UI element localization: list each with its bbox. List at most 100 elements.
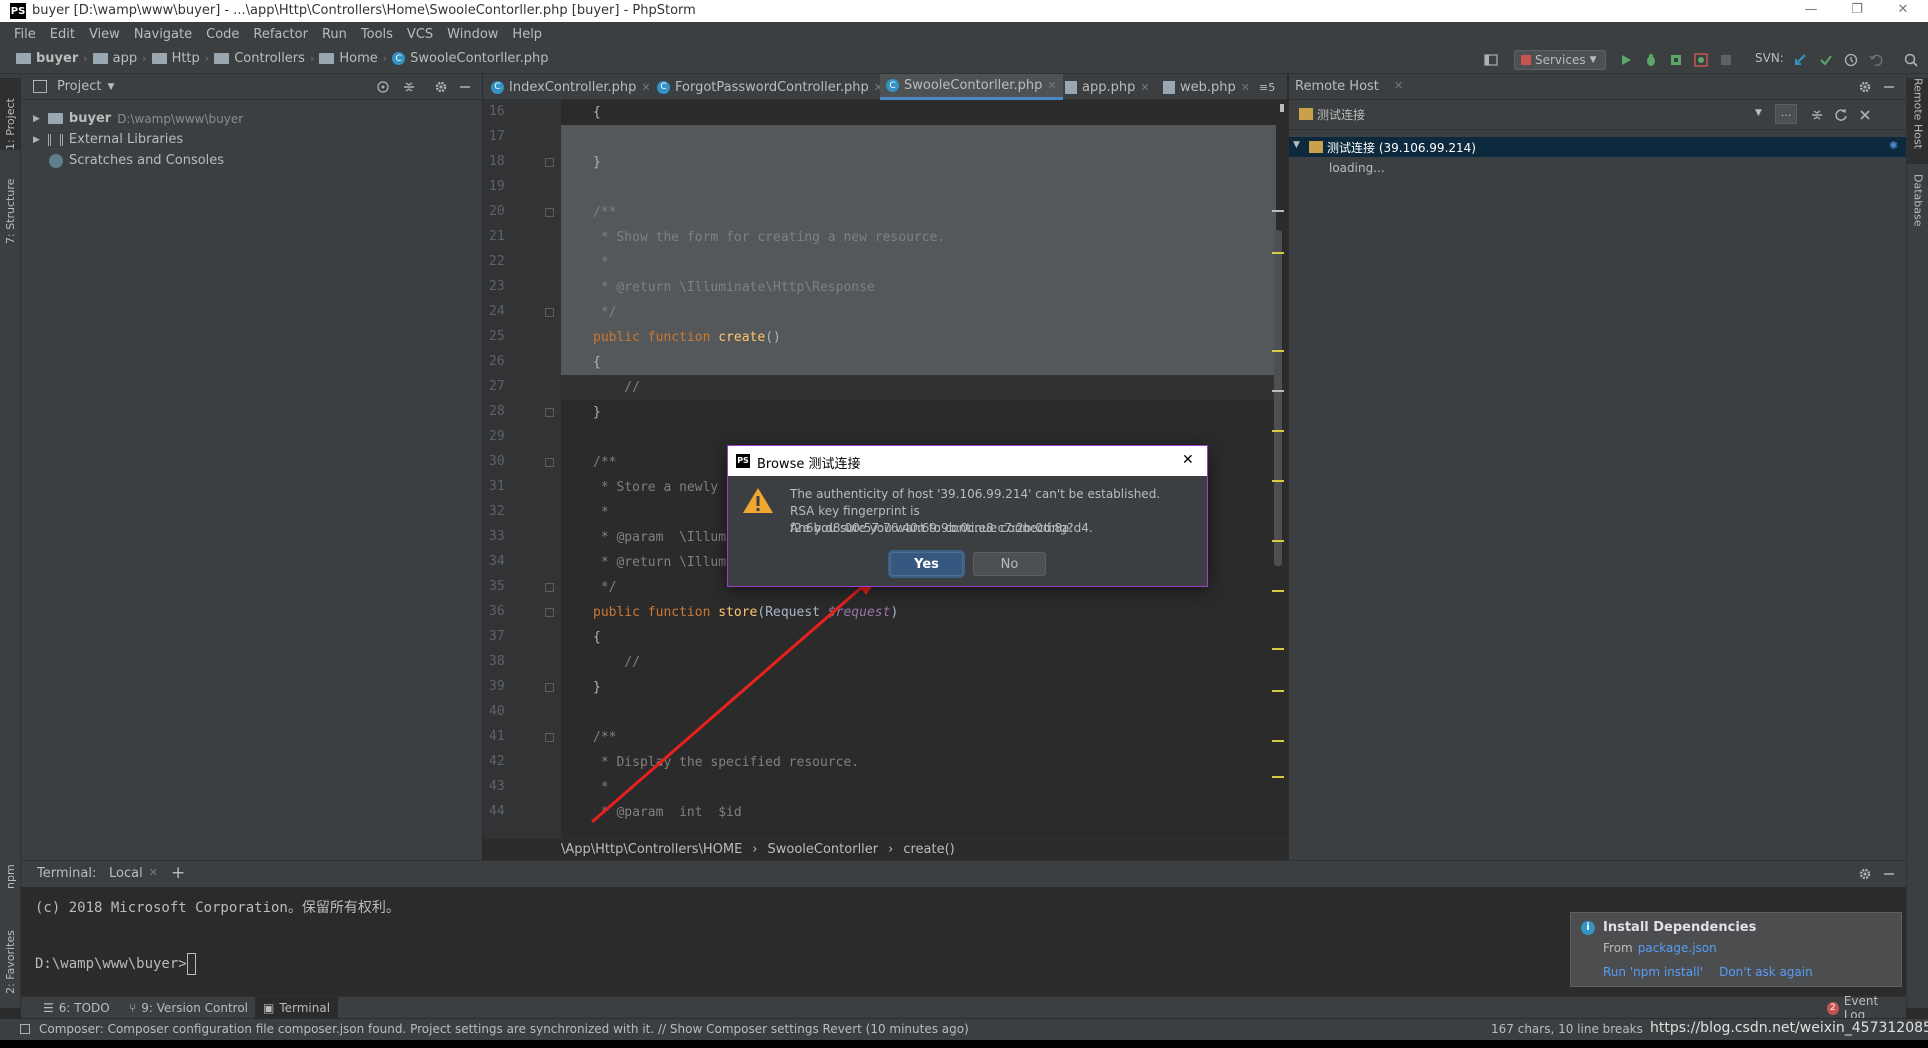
scrollbar-marker[interactable] xyxy=(1272,350,1284,352)
code-line[interactable] xyxy=(561,125,1276,150)
stop-icon[interactable] xyxy=(1718,52,1734,68)
history-icon[interactable] xyxy=(1843,52,1859,68)
connection-dropdown-icon[interactable]: ▼ xyxy=(1755,108,1762,118)
tool-tab-project[interactable]: 1: Project xyxy=(0,78,21,150)
breadcrumb-http[interactable]: Http xyxy=(172,51,200,66)
disconnect-icon[interactable] xyxy=(1857,107,1873,123)
code-line[interactable]: * @return \Illuminate\Http\Response xyxy=(561,275,1276,300)
close-tab-icon[interactable]: ✕ xyxy=(1241,81,1250,94)
new-terminal-icon[interactable]: + xyxy=(171,863,185,883)
scrollbar-marker[interactable] xyxy=(1272,210,1284,212)
tab-web-php[interactable]: web.php ✕ xyxy=(1157,74,1256,100)
menu-navigate[interactable]: Navigate xyxy=(134,27,192,42)
toggle-tool-windows-icon[interactable] xyxy=(20,1024,30,1034)
fold-marker-icon[interactable] xyxy=(545,608,554,617)
breadcrumb-buyer[interactable]: buyer xyxy=(36,51,78,66)
menu-window[interactable]: Window xyxy=(447,27,498,42)
editor-crumb-class[interactable]: SwooleContorller xyxy=(768,842,879,857)
event-log-button[interactable]: 2 Event Log xyxy=(1819,994,1906,1022)
fold-marker-icon[interactable] xyxy=(545,733,554,742)
editor-crumb-namespace[interactable]: \App\Http\Controllers\HOME xyxy=(561,842,742,857)
expand-arrow-icon[interactable]: ▼ xyxy=(1293,140,1300,150)
menu-vcs[interactable]: VCS xyxy=(407,27,433,42)
code-line[interactable]: * xyxy=(561,250,1276,275)
scrollbar-marker[interactable] xyxy=(1272,690,1284,692)
code-line[interactable]: { xyxy=(561,350,1276,375)
no-button[interactable]: No xyxy=(973,552,1046,576)
hide-panel-icon[interactable] xyxy=(457,79,473,95)
scrollbar-marker[interactable] xyxy=(1272,590,1284,592)
svn-update-icon[interactable] xyxy=(1792,52,1808,68)
close-tab-icon[interactable]: ✕ xyxy=(149,866,158,881)
breadcrumb-file[interactable]: SwooleContorller.php xyxy=(410,51,548,66)
fold-marker-icon[interactable] xyxy=(545,583,554,592)
scrollbar-markers[interactable] xyxy=(1270,100,1286,838)
yes-button[interactable]: Yes xyxy=(890,552,963,576)
editor-scrollbar-thumb[interactable] xyxy=(1274,230,1282,566)
scrollbar-marker[interactable] xyxy=(1272,776,1284,778)
fold-marker-icon[interactable] xyxy=(545,308,554,317)
expand-arrow-icon[interactable]: ▶ xyxy=(33,114,40,124)
project-view-dropdown[interactable]: Project ▼ xyxy=(57,79,114,94)
refresh-icon[interactable] xyxy=(1833,107,1849,123)
tab-indexcontroller[interactable]: C IndexController.php ✕ xyxy=(485,74,657,100)
close-tab-icon[interactable]: ✕ xyxy=(1047,79,1056,92)
code-line[interactable]: public function create() xyxy=(561,325,1276,350)
menu-view[interactable]: View xyxy=(89,27,120,42)
code-line[interactable] xyxy=(561,175,1276,200)
code-line[interactable]: // xyxy=(561,375,1276,400)
code-line[interactable]: } xyxy=(561,400,1276,425)
menu-edit[interactable]: Edit xyxy=(50,27,75,42)
menu-refactor[interactable]: Refactor xyxy=(253,27,308,42)
collapse-all-icon[interactable] xyxy=(401,79,417,95)
tree-item-buyer[interactable]: ▶ buyer D:\wamp\www\buyer xyxy=(21,108,243,129)
scrollbar-marker[interactable] xyxy=(1272,540,1284,542)
gear-icon[interactable] xyxy=(433,79,449,95)
fold-marker-icon[interactable] xyxy=(545,208,554,217)
tool-tab-favorites[interactable]: 2: Favorites xyxy=(0,904,21,994)
code-line[interactable]: /** xyxy=(561,200,1276,225)
scrollbar-marker[interactable] xyxy=(1272,390,1284,392)
code-line[interactable]: public function store(Request $request) xyxy=(561,600,1276,625)
maximize-button[interactable]: ❐ xyxy=(1837,2,1877,20)
revert-icon[interactable] xyxy=(1868,52,1884,68)
scrollbar-marker[interactable] xyxy=(1272,480,1284,482)
code-line[interactable]: * Display the specified resource. xyxy=(561,750,1276,775)
terminal-prompt-line[interactable]: D:\wamp\www\buyer> xyxy=(35,953,196,975)
tree-item-scratches[interactable]: Scratches and Consoles xyxy=(21,150,224,171)
services-dropdown[interactable]: Services ▼ xyxy=(1514,50,1606,70)
editor-crumb-method[interactable]: create() xyxy=(903,842,954,857)
code-line[interactable]: } xyxy=(561,150,1276,175)
tool-tab-version-control[interactable]: ⑂ 9: Version Control xyxy=(121,997,256,1019)
code-line[interactable]: } xyxy=(561,675,1276,700)
browse-more-button[interactable]: ... xyxy=(1775,104,1797,124)
tool-tab-database[interactable]: Database xyxy=(1907,174,1928,254)
expand-arrow-icon[interactable]: ▶ xyxy=(33,135,40,145)
debug-icon[interactable] xyxy=(1643,52,1659,68)
breadcrumb-home[interactable]: Home xyxy=(339,51,377,66)
code-line[interactable]: * @param int $id xyxy=(561,800,1276,825)
scrollbar-marker[interactable] xyxy=(1272,252,1284,254)
close-tab-icon[interactable]: ✕ xyxy=(1140,81,1149,94)
tool-tab-remote-host[interactable]: Remote Host xyxy=(1907,78,1928,164)
breadcrumb-app[interactable]: app xyxy=(113,51,137,66)
layout-icon[interactable] xyxy=(1483,52,1499,68)
remote-tree-root[interactable]: ▼ 测试连接 (39.106.99.214) ✺ xyxy=(1289,137,1907,157)
code-line[interactable]: { xyxy=(561,100,1276,125)
code-line[interactable] xyxy=(561,700,1276,725)
menu-run[interactable]: Run xyxy=(322,27,347,42)
status-stats[interactable]: 167 chars, 10 line breaks xyxy=(1491,1022,1643,1036)
code-line[interactable]: { xyxy=(561,625,1276,650)
close-window-button[interactable]: ✕ xyxy=(1883,2,1923,20)
hide-panel-icon[interactable] xyxy=(1881,866,1897,882)
dont-ask-again-link[interactable]: Don't ask again xyxy=(1719,965,1813,979)
scrollbar-marker[interactable] xyxy=(1272,740,1284,742)
code-line[interactable]: * xyxy=(561,775,1276,800)
gear-icon[interactable] xyxy=(1857,79,1873,95)
close-remote-tab-icon[interactable]: ✕ xyxy=(1394,79,1403,92)
tabs-overflow-button[interactable]: ≡5 xyxy=(1253,74,1281,100)
close-tab-icon[interactable]: ✕ xyxy=(641,81,650,94)
menu-help[interactable]: Help xyxy=(512,27,542,42)
run-npm-install-link[interactable]: Run 'npm install' xyxy=(1603,965,1703,979)
hide-panel-icon[interactable] xyxy=(1881,79,1897,95)
